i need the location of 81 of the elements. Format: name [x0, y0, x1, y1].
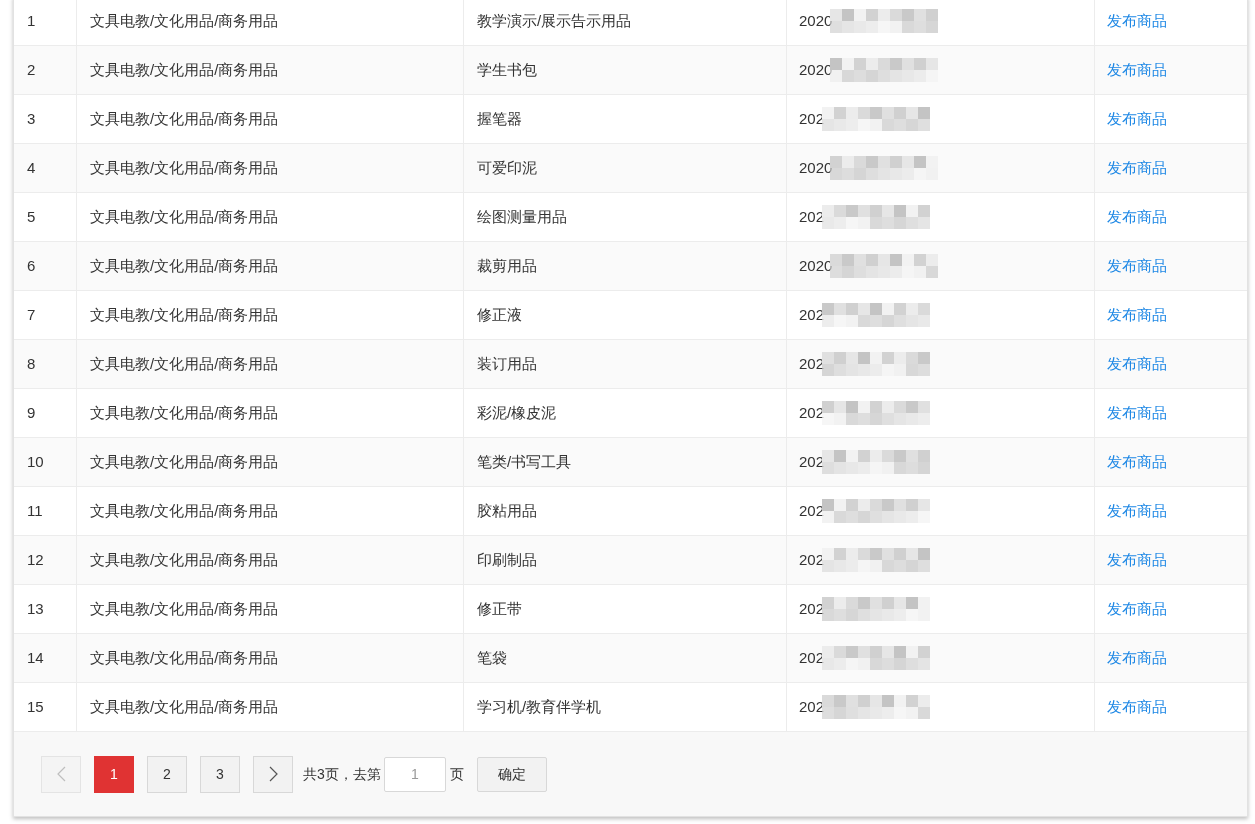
row-number: 10	[27, 451, 44, 472]
date-cell-text: 202	[799, 304, 825, 325]
row-number: 13	[27, 598, 44, 619]
subcategory-cell-text: 修正液	[477, 304, 522, 325]
confirm-button[interactable]: 确定	[476, 756, 547, 792]
page-button[interactable]: 2	[147, 755, 187, 793]
category-cell-text: 文具电教/文化用品/商务用品	[90, 304, 279, 325]
page-suffix-label: 页	[449, 764, 464, 784]
category-cell-text: 文具电教/文化用品/商务用品	[90, 598, 279, 619]
publish-link[interactable]: 发布商品	[1107, 597, 1167, 621]
subcategory-cell-text: 胶粘用品	[477, 500, 537, 521]
date-cell-text: 202	[799, 108, 825, 129]
category-cell-text: 文具电教/文化用品/商务用品	[90, 157, 279, 178]
date-cell-text: 202	[799, 451, 825, 472]
publish-link[interactable]: 发布商品	[1107, 9, 1167, 33]
publish-link[interactable]: 发布商品	[1107, 156, 1167, 180]
category-cell-text: 文具电教/文化用品/商务用品	[90, 500, 279, 521]
date-cell-text: 202	[799, 647, 825, 668]
date-cell-text: 202	[799, 598, 825, 619]
subcategory-cell-text: 学习机/教育伴学机	[477, 696, 602, 717]
subcategory-cell-text: 笔类/书写工具	[477, 451, 572, 472]
publish-link[interactable]: 发布商品	[1107, 499, 1167, 523]
subcategory-cell-text: 裁剪用品	[477, 255, 537, 276]
category-cell-text: 文具电教/文化用品/商务用品	[90, 353, 279, 374]
category-cell-text: 文具电教/文化用品/商务用品	[90, 108, 279, 129]
row-number: 1	[27, 10, 36, 31]
publish-link[interactable]: 发布商品	[1107, 107, 1167, 131]
category-cell-text: 文具电教/文化用品/商务用品	[90, 10, 279, 31]
publish-link[interactable]: 发布商品	[1107, 205, 1167, 229]
subcategory-cell-text: 教学演示/展示告示用品	[477, 10, 632, 31]
category-cell-text: 文具电教/文化用品/商务用品	[90, 59, 279, 80]
subcategory-cell-text: 装订用品	[477, 353, 537, 374]
subcategory-cell-text: 握笔器	[477, 108, 522, 129]
page-button[interactable]: 1	[94, 755, 134, 793]
publish-link[interactable]: 发布商品	[1107, 646, 1167, 670]
publish-link[interactable]: 发布商品	[1107, 254, 1167, 278]
row-number: 5	[27, 206, 36, 227]
category-cell-text: 文具电教/文化用品/商务用品	[90, 402, 279, 423]
date-cell-text: 202	[799, 353, 825, 374]
category-cell-text: 文具电教/文化用品/商务用品	[90, 206, 279, 227]
row-number: 2	[27, 59, 36, 80]
row-number: 8	[27, 353, 36, 374]
date-cell-text: 202	[799, 206, 825, 227]
row-number: 3	[27, 108, 36, 129]
publish-link[interactable]: 发布商品	[1107, 303, 1167, 327]
date-cell-text: 202	[799, 500, 825, 521]
row-number: 14	[27, 647, 44, 668]
subcategory-cell-text: 印刷制品	[477, 549, 537, 570]
publish-link[interactable]: 发布商品	[1107, 352, 1167, 376]
row-number: 15	[27, 696, 44, 717]
subcategory-cell-text: 笔袋	[477, 647, 507, 668]
row-number: 4	[27, 157, 36, 178]
subcategory-cell-text: 学生书包	[477, 59, 537, 80]
subcategory-cell-text: 修正带	[477, 598, 522, 619]
chevron-right-icon	[268, 766, 278, 782]
publish-link[interactable]: 发布商品	[1107, 58, 1167, 82]
next-page-button[interactable]	[253, 755, 293, 793]
category-cell-text: 文具电教/文化用品/商务用品	[90, 696, 279, 717]
row-number: 11	[27, 500, 43, 521]
publish-link[interactable]: 发布商品	[1107, 695, 1167, 719]
publish-link[interactable]: 发布商品	[1107, 450, 1167, 474]
page-input[interactable]: 1	[383, 756, 446, 792]
subcategory-cell-text: 彩泥/橡皮泥	[477, 402, 557, 423]
category-cell-text: 文具电教/文化用品/商务用品	[90, 255, 279, 276]
publish-link[interactable]: 发布商品	[1107, 401, 1167, 425]
row-number: 9	[27, 402, 36, 423]
category-cell-text: 文具电教/文化用品/商务用品	[90, 451, 279, 472]
total-pages-label: 共3页，去第	[303, 764, 381, 784]
date-cell-text: 202	[799, 549, 825, 570]
page-button[interactable]: 3	[200, 755, 240, 793]
row-number: 12	[27, 549, 44, 570]
subcategory-cell-text: 可爱印泥	[477, 157, 537, 178]
row-number: 6	[27, 255, 36, 276]
category-cell-text: 文具电教/文化用品/商务用品	[90, 549, 279, 570]
subcategory-cell-text: 绘图测量用品	[477, 206, 567, 227]
date-cell-text: 202	[799, 696, 825, 717]
publish-link[interactable]: 发布商品	[1107, 548, 1167, 572]
chevron-left-icon	[56, 766, 66, 782]
date-cell-text: 202	[799, 402, 825, 423]
category-cell-text: 文具电教/文化用品/商务用品	[90, 647, 279, 668]
row-number: 7	[27, 304, 36, 325]
